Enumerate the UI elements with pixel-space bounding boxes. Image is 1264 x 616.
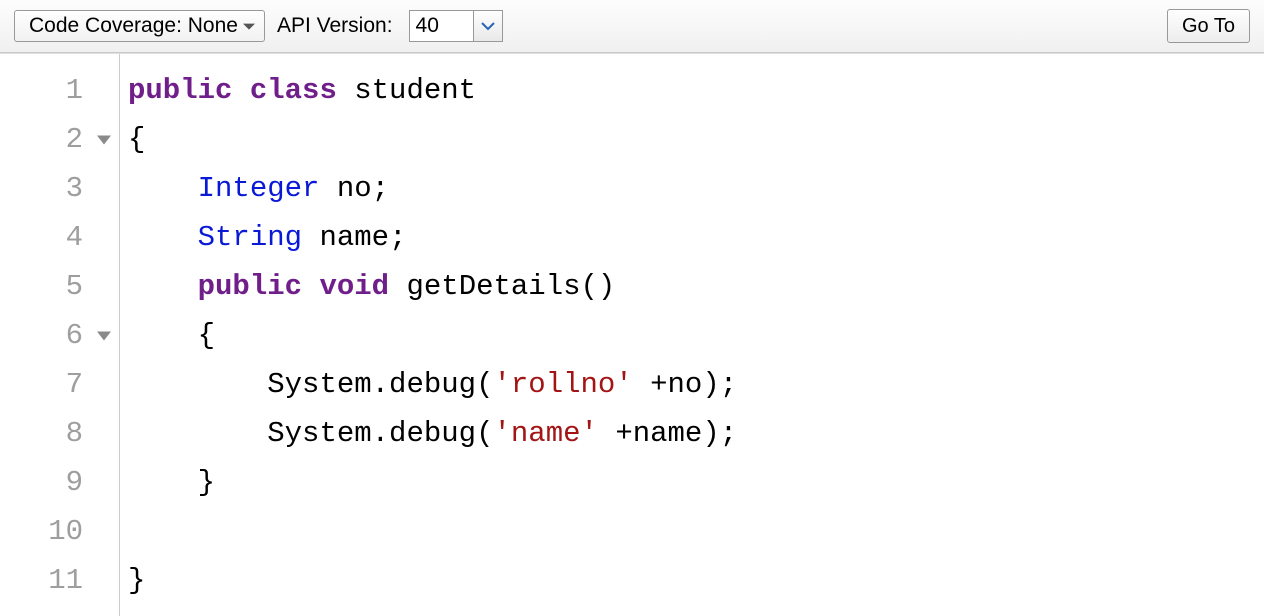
line-number: 7 [0, 360, 119, 409]
code-line[interactable]: System.debug('name' +name); [128, 409, 1264, 458]
line-number: 2 [0, 115, 119, 164]
line-number: 1 [0, 66, 119, 115]
line-number: 11 [0, 556, 119, 605]
caret-down-icon [243, 24, 255, 30]
api-version-label: API Version: [277, 14, 397, 38]
fold-toggle-icon[interactable] [97, 331, 111, 340]
line-number: 10 [0, 507, 119, 556]
api-version-input[interactable] [409, 10, 473, 42]
code-line[interactable]: String name; [128, 213, 1264, 262]
line-number-gutter: 1234567891011 [0, 54, 120, 616]
code-line[interactable] [128, 507, 1264, 556]
api-version-dropdown-button[interactable] [473, 10, 503, 42]
code-area[interactable]: public class student{ Integer no; String… [120, 54, 1264, 616]
code-line[interactable]: { [128, 115, 1264, 164]
line-number: 3 [0, 164, 119, 213]
code-line[interactable]: Integer no; [128, 164, 1264, 213]
code-line[interactable]: } [128, 458, 1264, 507]
code-line[interactable]: public class student [128, 66, 1264, 115]
code-line[interactable]: System.debug('rollno' +no); [128, 360, 1264, 409]
code-line[interactable]: } [128, 556, 1264, 605]
goto-button[interactable]: Go To [1167, 9, 1250, 43]
code-editor: 1234567891011 public class student{ Inte… [0, 53, 1264, 616]
line-number: 5 [0, 262, 119, 311]
toolbar: Code Coverage: None API Version: Go To [0, 0, 1264, 53]
line-number: 8 [0, 409, 119, 458]
code-line[interactable]: public void getDetails() [128, 262, 1264, 311]
line-number: 6 [0, 311, 119, 360]
line-number: 9 [0, 458, 119, 507]
line-number: 4 [0, 213, 119, 262]
code-line[interactable]: { [128, 311, 1264, 360]
fold-toggle-icon[interactable] [97, 135, 111, 144]
chevron-down-icon [481, 22, 495, 31]
code-coverage-label: Code Coverage: None [29, 14, 238, 38]
api-version-field [409, 10, 503, 42]
code-coverage-dropdown[interactable]: Code Coverage: None [14, 10, 265, 42]
